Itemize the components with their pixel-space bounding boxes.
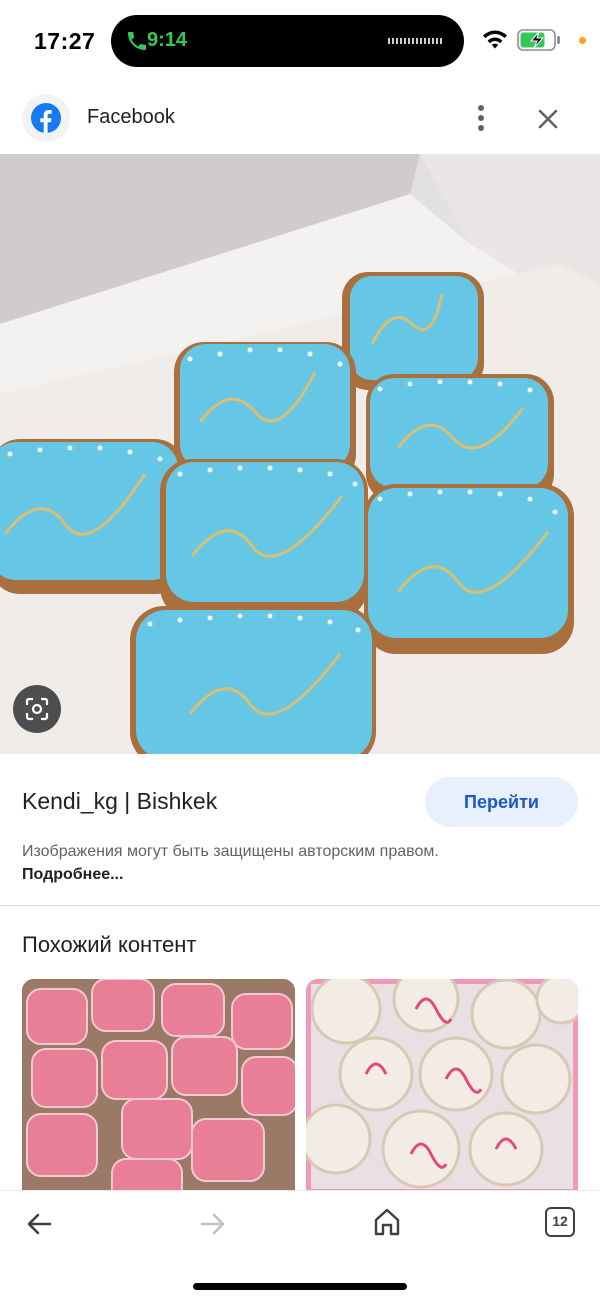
more-vert-icon[interactable]: [466, 100, 496, 136]
copyright-notice: Изображения могут быть защищены авторски…: [22, 840, 492, 886]
tabs-button[interactable]: 12: [545, 1207, 575, 1237]
wifi-icon: [483, 30, 507, 49]
cookies-photo: [0, 154, 600, 754]
main-image[interactable]: [0, 154, 600, 754]
status-bar: 17:27 9:14: [0, 0, 600, 82]
lens-button[interactable]: [13, 685, 61, 733]
visit-button[interactable]: Перейти: [425, 777, 578, 827]
similar-content-heading: Похожий контент: [22, 932, 197, 957]
forward-arrow-icon[interactable]: [196, 1207, 230, 1241]
copyright-text: Изображения могут быть защищены авторски…: [22, 843, 439, 860]
home-indicator[interactable]: [193, 1283, 407, 1290]
similar-thumbnail-1[interactable]: [22, 979, 295, 1194]
dynamic-island-call[interactable]: 9:14: [111, 15, 464, 67]
home-icon[interactable]: [370, 1205, 404, 1239]
audio-waveform-icon: [388, 38, 442, 44]
source-title: Kendi_kg | Bishkek: [22, 788, 218, 814]
browser-toolbar: 12: [0, 1190, 600, 1300]
divider: [0, 905, 600, 906]
close-icon[interactable]: [531, 102, 565, 136]
source-name[interactable]: Facebook: [87, 106, 175, 129]
pink-cookies-photo: [22, 979, 295, 1194]
phone-icon: [128, 32, 146, 50]
status-time: 17:27: [34, 28, 96, 54]
battery-charging-icon: [517, 29, 560, 51]
image-viewer-header: Facebook: [0, 90, 600, 148]
similar-thumbnail-2[interactable]: [306, 979, 578, 1194]
round-cookies-photo: [306, 979, 578, 1194]
call-duration: 9:14: [147, 29, 188, 51]
back-arrow-icon[interactable]: [22, 1207, 56, 1241]
learn-more-link[interactable]: Подробнее...: [22, 866, 123, 883]
facebook-logo: [31, 103, 61, 133]
lens-icon: [25, 697, 49, 721]
source-favicon: [22, 94, 70, 142]
privacy-indicator-dot: [579, 37, 586, 44]
